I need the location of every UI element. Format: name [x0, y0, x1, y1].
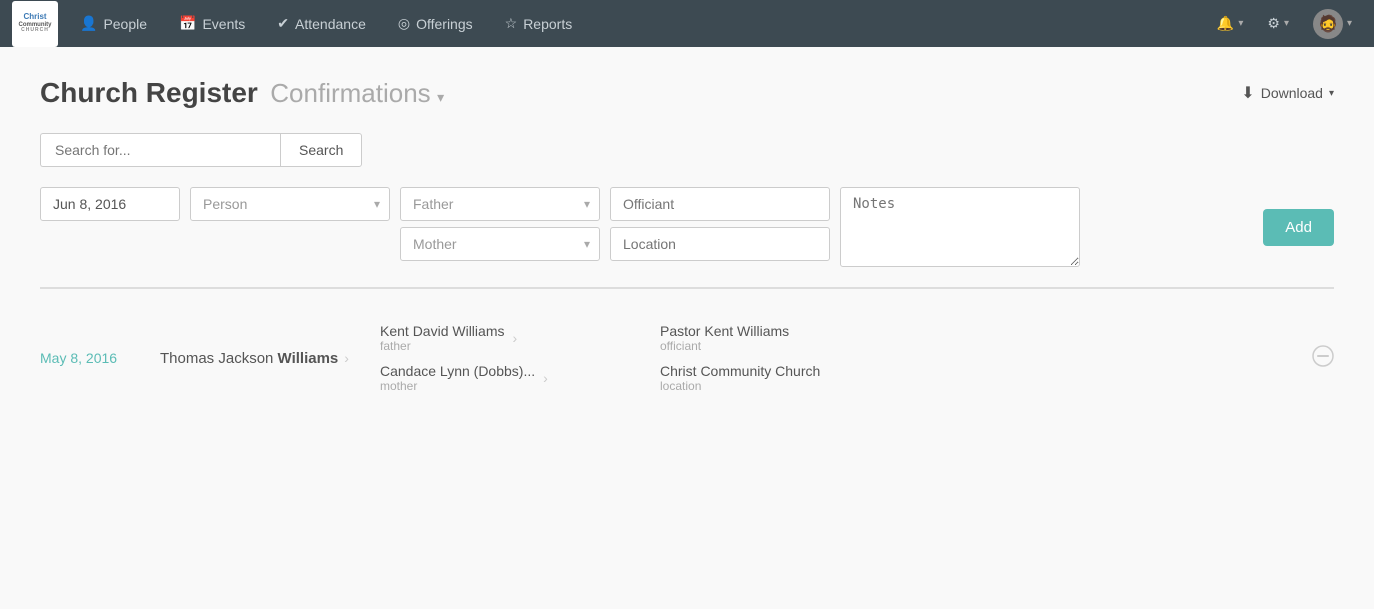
nav-item-events-label: Events — [202, 16, 245, 32]
section-divider — [40, 287, 1334, 289]
nav-item-offerings-label: Offerings — [416, 16, 473, 32]
father-item[interactable]: Kent David Williams father › — [380, 323, 640, 353]
nav-item-offerings[interactable]: ◎ Offerings — [384, 7, 487, 40]
bell-icon: 🔔 — [1217, 15, 1234, 32]
record-official: Pastor Kent Williams officiant Christ Co… — [660, 323, 1292, 393]
father-select[interactable]: Father — [400, 187, 600, 221]
parents-selects: Father ▾ Mother ▾ — [400, 187, 600, 261]
officiant-field[interactable] — [610, 187, 830, 221]
notifications-caret: ▾ — [1238, 18, 1243, 29]
nav-right: 🔔 ▾ ⚙ ▾ 🧔 ▾ — [1207, 3, 1362, 45]
official-fields — [610, 187, 830, 261]
nav-item-reports[interactable]: ☆ Reports — [491, 7, 587, 40]
father-role: father — [380, 339, 504, 353]
mother-info: Candace Lynn (Dobbs)... mother — [380, 363, 535, 393]
page-content: Church Register Confirmations ▾ ⬇ Downlo… — [0, 47, 1374, 609]
nav-item-events[interactable]: 📅 Events — [165, 7, 259, 40]
nav-item-attendance-label: Attendance — [295, 16, 366, 32]
mother-chevron-icon: › — [543, 370, 548, 386]
subtitle-caret: ▾ — [437, 89, 444, 105]
mother-select-wrapper: Mother ▾ — [400, 227, 600, 261]
navbar: Christ Community CHURCH 👤 People 📅 Event… — [0, 0, 1374, 47]
remove-button[interactable] — [1312, 345, 1334, 371]
location-item: Christ Community Church location — [660, 363, 1292, 393]
nav-item-reports-label: Reports — [523, 16, 572, 32]
download-icon: ⬇ — [1241, 83, 1254, 103]
nav-item-people[interactable]: 👤 People — [66, 7, 161, 40]
page-title-area: Church Register Confirmations ▾ — [40, 77, 444, 109]
reports-icon: ☆ — [505, 15, 518, 32]
page-title: Church Register — [40, 77, 258, 108]
profile-button[interactable]: 🧔 ▾ — [1303, 3, 1362, 45]
officiant-name: Pastor Kent Williams — [660, 323, 1292, 339]
person-chevron-icon: › — [344, 350, 349, 366]
avatar: 🧔 — [1313, 9, 1343, 39]
mother-name: Candace Lynn (Dobbs)... — [380, 363, 535, 379]
people-icon: 👤 — [80, 15, 97, 32]
record-person[interactable]: Thomas Jackson Williams › — [160, 350, 360, 367]
nav-item-attendance[interactable]: ✔ Attendance — [263, 7, 380, 40]
location-field[interactable] — [610, 227, 830, 261]
record-person-name: Thomas Jackson Williams — [160, 350, 338, 367]
add-button[interactable]: Add — [1263, 209, 1334, 246]
father-info: Kent David Williams father — [380, 323, 504, 353]
mother-item[interactable]: Candace Lynn (Dobbs)... mother › — [380, 363, 640, 393]
notes-field[interactable] — [840, 187, 1080, 267]
person-select-wrapper: Person ▾ — [190, 187, 390, 221]
offerings-icon: ◎ — [398, 15, 410, 32]
father-select-wrapper: Father ▾ — [400, 187, 600, 221]
settings-button[interactable]: ⚙ ▾ — [1257, 9, 1299, 38]
mother-select[interactable]: Mother — [400, 227, 600, 261]
page-header: Church Register Confirmations ▾ ⬇ Downlo… — [40, 77, 1334, 109]
download-caret: ▾ — [1329, 88, 1334, 99]
download-label: Download — [1261, 85, 1323, 101]
nav-items: 👤 People 📅 Events ✔ Attendance ◎ Offerin… — [66, 7, 1207, 40]
nav-item-people-label: People — [103, 16, 147, 32]
app-logo[interactable]: Christ Community CHURCH — [12, 1, 58, 47]
father-name: Kent David Williams — [380, 323, 504, 339]
settings-caret: ▾ — [1284, 18, 1289, 29]
table-row: May 8, 2016 Thomas Jackson Williams › Ke… — [40, 309, 1334, 407]
officiant-item: Pastor Kent Williams officiant — [660, 323, 1292, 353]
location-name: Christ Community Church — [660, 363, 1292, 379]
gear-icon: ⚙ — [1267, 15, 1280, 32]
attendance-icon: ✔ — [277, 15, 289, 32]
form-row: Person ▾ Father ▾ Mother ▾ — [40, 187, 1334, 267]
person-select[interactable]: Person — [190, 187, 390, 221]
minus-circle-icon — [1312, 345, 1334, 367]
profile-caret: ▾ — [1347, 18, 1352, 29]
officiant-role: officiant — [660, 339, 1292, 353]
father-chevron-icon: › — [512, 330, 517, 346]
logo-text: Christ Community CHURCH — [19, 13, 52, 34]
download-button[interactable]: ⬇ Download ▾ — [1241, 83, 1334, 103]
search-button[interactable]: Search — [280, 133, 362, 167]
record-date: May 8, 2016 — [40, 350, 140, 366]
record-parents: Kent David Williams father › Candace Lyn… — [380, 323, 640, 393]
mother-role: mother — [380, 379, 535, 393]
location-role: location — [660, 379, 1292, 393]
events-icon: 📅 — [179, 15, 196, 32]
date-field[interactable] — [40, 187, 180, 221]
page-subtitle: Confirmations — [270, 78, 430, 108]
notifications-button[interactable]: 🔔 ▾ — [1207, 9, 1253, 38]
search-row: Search — [40, 133, 1334, 167]
records-list: May 8, 2016 Thomas Jackson Williams › Ke… — [40, 309, 1334, 407]
search-input[interactable] — [40, 133, 280, 167]
